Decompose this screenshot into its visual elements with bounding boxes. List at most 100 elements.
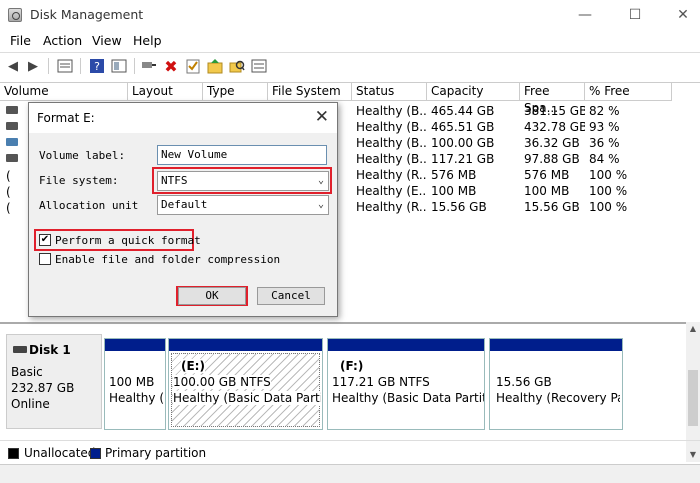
back-arrow-icon[interactable]: ◀ <box>4 57 22 75</box>
scroll-up-icon[interactable]: ▲ <box>686 322 700 336</box>
row-pct: 100 % <box>589 168 628 182</box>
row-capacity: 100.00 GB <box>431 136 495 150</box>
check-icon[interactable] <box>184 57 202 75</box>
drive-icon <box>6 122 18 130</box>
menu-help[interactable]: Help <box>133 33 162 48</box>
close-button[interactable]: ✕ <box>668 4 698 26</box>
legend-unallocated: Unallocated <box>24 446 96 460</box>
row-free: 36.32 GB <box>524 136 580 150</box>
maximize-button[interactable]: ☐ <box>620 4 650 26</box>
partition-status: Healthy (Recovery Parti <box>496 391 620 405</box>
file-system-highlight <box>152 167 332 194</box>
folder-icon[interactable] <box>206 57 224 75</box>
scroll-thumb[interactable] <box>688 370 698 426</box>
dialog-close-button[interactable]: ✕ <box>315 107 329 127</box>
row-free: 100 MB <box>524 184 570 198</box>
row-capacity: 465.51 GB <box>431 120 495 134</box>
partition-e[interactable]: (E:) 100.00 GB NTFS Healthy (Basic Data … <box>168 338 323 430</box>
drive-icon <box>6 138 18 146</box>
forward-arrow-icon[interactable]: ▶ <box>24 57 42 75</box>
cancel-button[interactable]: Cancel <box>257 287 325 305</box>
column-volume[interactable]: Volume <box>0 83 128 101</box>
row-status: Healthy (R... <box>356 200 427 214</box>
row-free: 15.56 GB <box>524 200 580 214</box>
compression-label[interactable]: Enable file and folder compression <box>55 253 280 266</box>
window-title: Disk Management <box>30 7 144 22</box>
quick-format-checkbox[interactable]: ✔ <box>39 234 51 246</box>
properties-icon[interactable] <box>56 57 74 75</box>
row-pct: 84 % <box>589 152 620 166</box>
allocation-unit-label: Allocation unit <box>39 199 139 212</box>
list-icon[interactable] <box>250 57 268 75</box>
volume-label-input[interactable]: New Volume <box>157 145 327 165</box>
menu-action[interactable]: Action <box>43 33 82 48</box>
connect-icon[interactable] <box>140 57 158 75</box>
help-icon[interactable]: ? <box>88 57 106 75</box>
partition-label: (E:) <box>181 359 205 373</box>
disk-status: Online <box>11 397 50 411</box>
toolbar: ◀ ▶ ? ✖ <box>0 52 700 78</box>
row-free: 432.78 GB <box>524 120 585 134</box>
menu-file[interactable]: File <box>10 33 31 48</box>
allocation-unit-select[interactable]: Default ⌄ <box>157 195 329 215</box>
disk-icon <box>13 346 27 353</box>
compression-checkbox[interactable] <box>39 253 51 265</box>
title-bar: Disk Management — ☐ ✕ <box>0 0 700 30</box>
partition-status: Healthy (Basic Data Partition <box>173 391 321 405</box>
disk-management-icon <box>8 8 22 22</box>
partition-size: 100.00 GB NTFS <box>173 375 271 389</box>
column-file-system[interactable]: File System <box>268 83 352 101</box>
row-status: Healthy (E... <box>356 184 427 198</box>
dialog-titlebar: Format E: ✕ <box>29 103 337 133</box>
row-capacity: 576 MB <box>431 168 477 182</box>
unallocated-swatch <box>8 448 19 459</box>
ok-button[interactable]: OK <box>178 287 246 305</box>
volume-label-label: Volume label: <box>39 149 126 162</box>
search-folder-icon[interactable] <box>228 57 246 75</box>
disk-type: Basic <box>11 365 43 379</box>
volume-name-fragment: ( <box>6 201 11 215</box>
column-layout[interactable]: Layout <box>128 83 203 101</box>
partition-recovery[interactable]: 15.56 GB Healthy (Recovery Parti <box>489 338 623 430</box>
column-status[interactable]: Status <box>352 83 427 101</box>
row-pct: 93 % <box>589 120 620 134</box>
row-capacity: 15.56 GB <box>431 200 487 214</box>
column-free-space[interactable]: Free Spa... <box>520 83 585 115</box>
minimize-button[interactable]: — <box>570 4 600 26</box>
partition-status: Healthy ( <box>109 391 165 405</box>
delete-icon[interactable]: ✖ <box>162 57 180 76</box>
partition-status: Healthy (Basic Data Partition <box>332 391 484 405</box>
console-icon[interactable] <box>110 57 128 75</box>
row-pct: 100 % <box>589 184 628 198</box>
partition-system[interactable]: 100 MB Healthy ( <box>104 338 166 430</box>
partition-label: (F:) <box>340 359 364 373</box>
menu-bar: File Action View Help <box>0 30 700 52</box>
row-free: 381.15 GB <box>524 104 585 118</box>
partition-bar <box>328 339 484 351</box>
file-system-label: File system: <box>39 174 119 187</box>
row-capacity: 117.21 GB <box>431 152 495 166</box>
partition-f[interactable]: (F:) 117.21 GB NTFS Healthy (Basic Data … <box>327 338 485 430</box>
drive-icon <box>6 106 18 114</box>
toolbar-separator <box>134 58 135 74</box>
row-capacity: 100 MB <box>431 184 477 198</box>
row-status: Healthy (B... <box>356 136 427 150</box>
format-dialog: Format E: ✕ Volume label: New Volume Fil… <box>28 102 338 317</box>
row-pct: 100 % <box>589 200 628 214</box>
partition-bar <box>105 339 165 351</box>
column-capacity[interactable]: Capacity <box>427 83 520 101</box>
row-pct: 36 % <box>589 136 620 150</box>
toolbar-separator <box>80 58 81 74</box>
volume-name-fragment: ( <box>6 185 11 199</box>
menu-view[interactable]: View <box>92 33 122 48</box>
column-type[interactable]: Type <box>203 83 268 101</box>
partition-bar <box>169 339 322 351</box>
quick-format-label[interactable]: Perform a quick format <box>55 234 201 247</box>
disk-size: 232.87 GB <box>11 381 75 395</box>
column-percent-free[interactable]: % Free <box>585 83 672 101</box>
row-status: Healthy (B... <box>356 104 427 118</box>
svg-text:?: ? <box>94 60 100 73</box>
row-status: Healthy (B... <box>356 120 427 134</box>
disk-1-info[interactable]: Disk 1 Basic 232.87 GB Online <box>6 334 102 429</box>
dialog-title: Format E: <box>37 111 95 125</box>
